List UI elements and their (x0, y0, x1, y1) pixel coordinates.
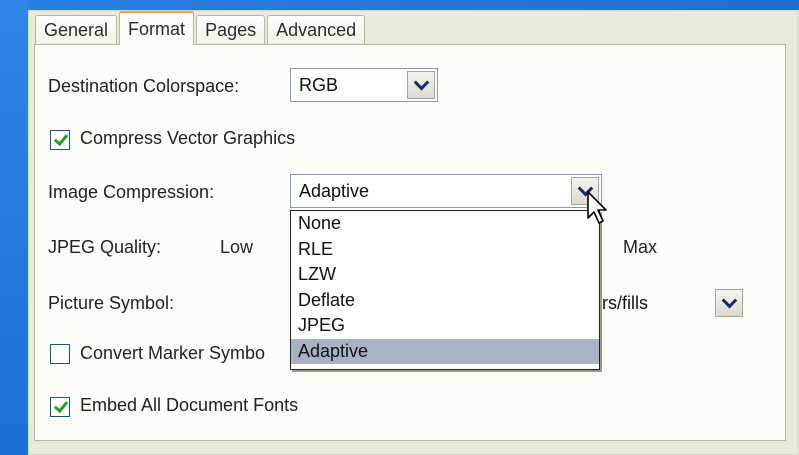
dropdown-option-none[interactable]: None (291, 211, 599, 237)
chevron-down-icon[interactable] (715, 289, 743, 317)
image-compression-dropdown-list: None RLE LZW Deflate JPEG Adaptive (290, 210, 600, 370)
jpeg-quality-max-label: Max (623, 237, 658, 257)
background-left (0, 0, 28, 455)
jpeg-quality-label: JPEG Quality: (48, 237, 162, 257)
tab-advanced[interactable]: Advanced (267, 15, 366, 44)
dropdown-option-lzw[interactable]: LZW (291, 262, 599, 288)
picture-symbol-label: Picture Symbol: (48, 293, 175, 313)
tab-label: General (44, 19, 109, 40)
compress-vector-label: Compress Vector Graphics (80, 128, 296, 148)
picture-symbol-select[interactable]: kers/fills (575, 286, 745, 320)
tab-label: Format (128, 18, 186, 39)
image-compression-select[interactable]: Adaptive (290, 174, 602, 208)
mouse-cursor-icon (587, 191, 607, 224)
embed-fonts-checkbox[interactable] (50, 397, 70, 417)
destination-colorspace-label: Destination Colorspace: (48, 76, 240, 96)
tab-label: Advanced (276, 19, 357, 40)
convert-marker-label: Convert Marker Symbo (80, 343, 266, 363)
compress-vector-checkbox[interactable] (50, 130, 70, 150)
dropdown-option-adaptive[interactable]: Adaptive (291, 338, 599, 364)
embed-fonts-label: Embed All Document Fonts (80, 395, 299, 415)
image-compression-label: Image Compression: (48, 182, 215, 202)
tab-general[interactable]: General (35, 15, 118, 44)
dropdown-option-rle[interactable]: RLE (291, 237, 599, 263)
jpeg-quality-low-label: Low (220, 237, 254, 257)
tab-pages[interactable]: Pages (196, 15, 266, 44)
destination-colorspace-value: RGB (299, 74, 339, 95)
image-compression-value: Adaptive (299, 180, 370, 201)
tab-bar: General Format Pages Advanced (35, 11, 367, 45)
dropdown-option-deflate[interactable]: Deflate (291, 288, 599, 314)
tab-format[interactable]: Format (119, 11, 195, 45)
convert-marker-checkbox[interactable] (50, 344, 70, 364)
tab-label: Pages (205, 19, 257, 40)
chevron-down-icon[interactable] (407, 71, 435, 99)
destination-colorspace-select[interactable]: RGB (290, 68, 438, 102)
dropdown-option-jpeg[interactable]: JPEG (291, 313, 599, 339)
